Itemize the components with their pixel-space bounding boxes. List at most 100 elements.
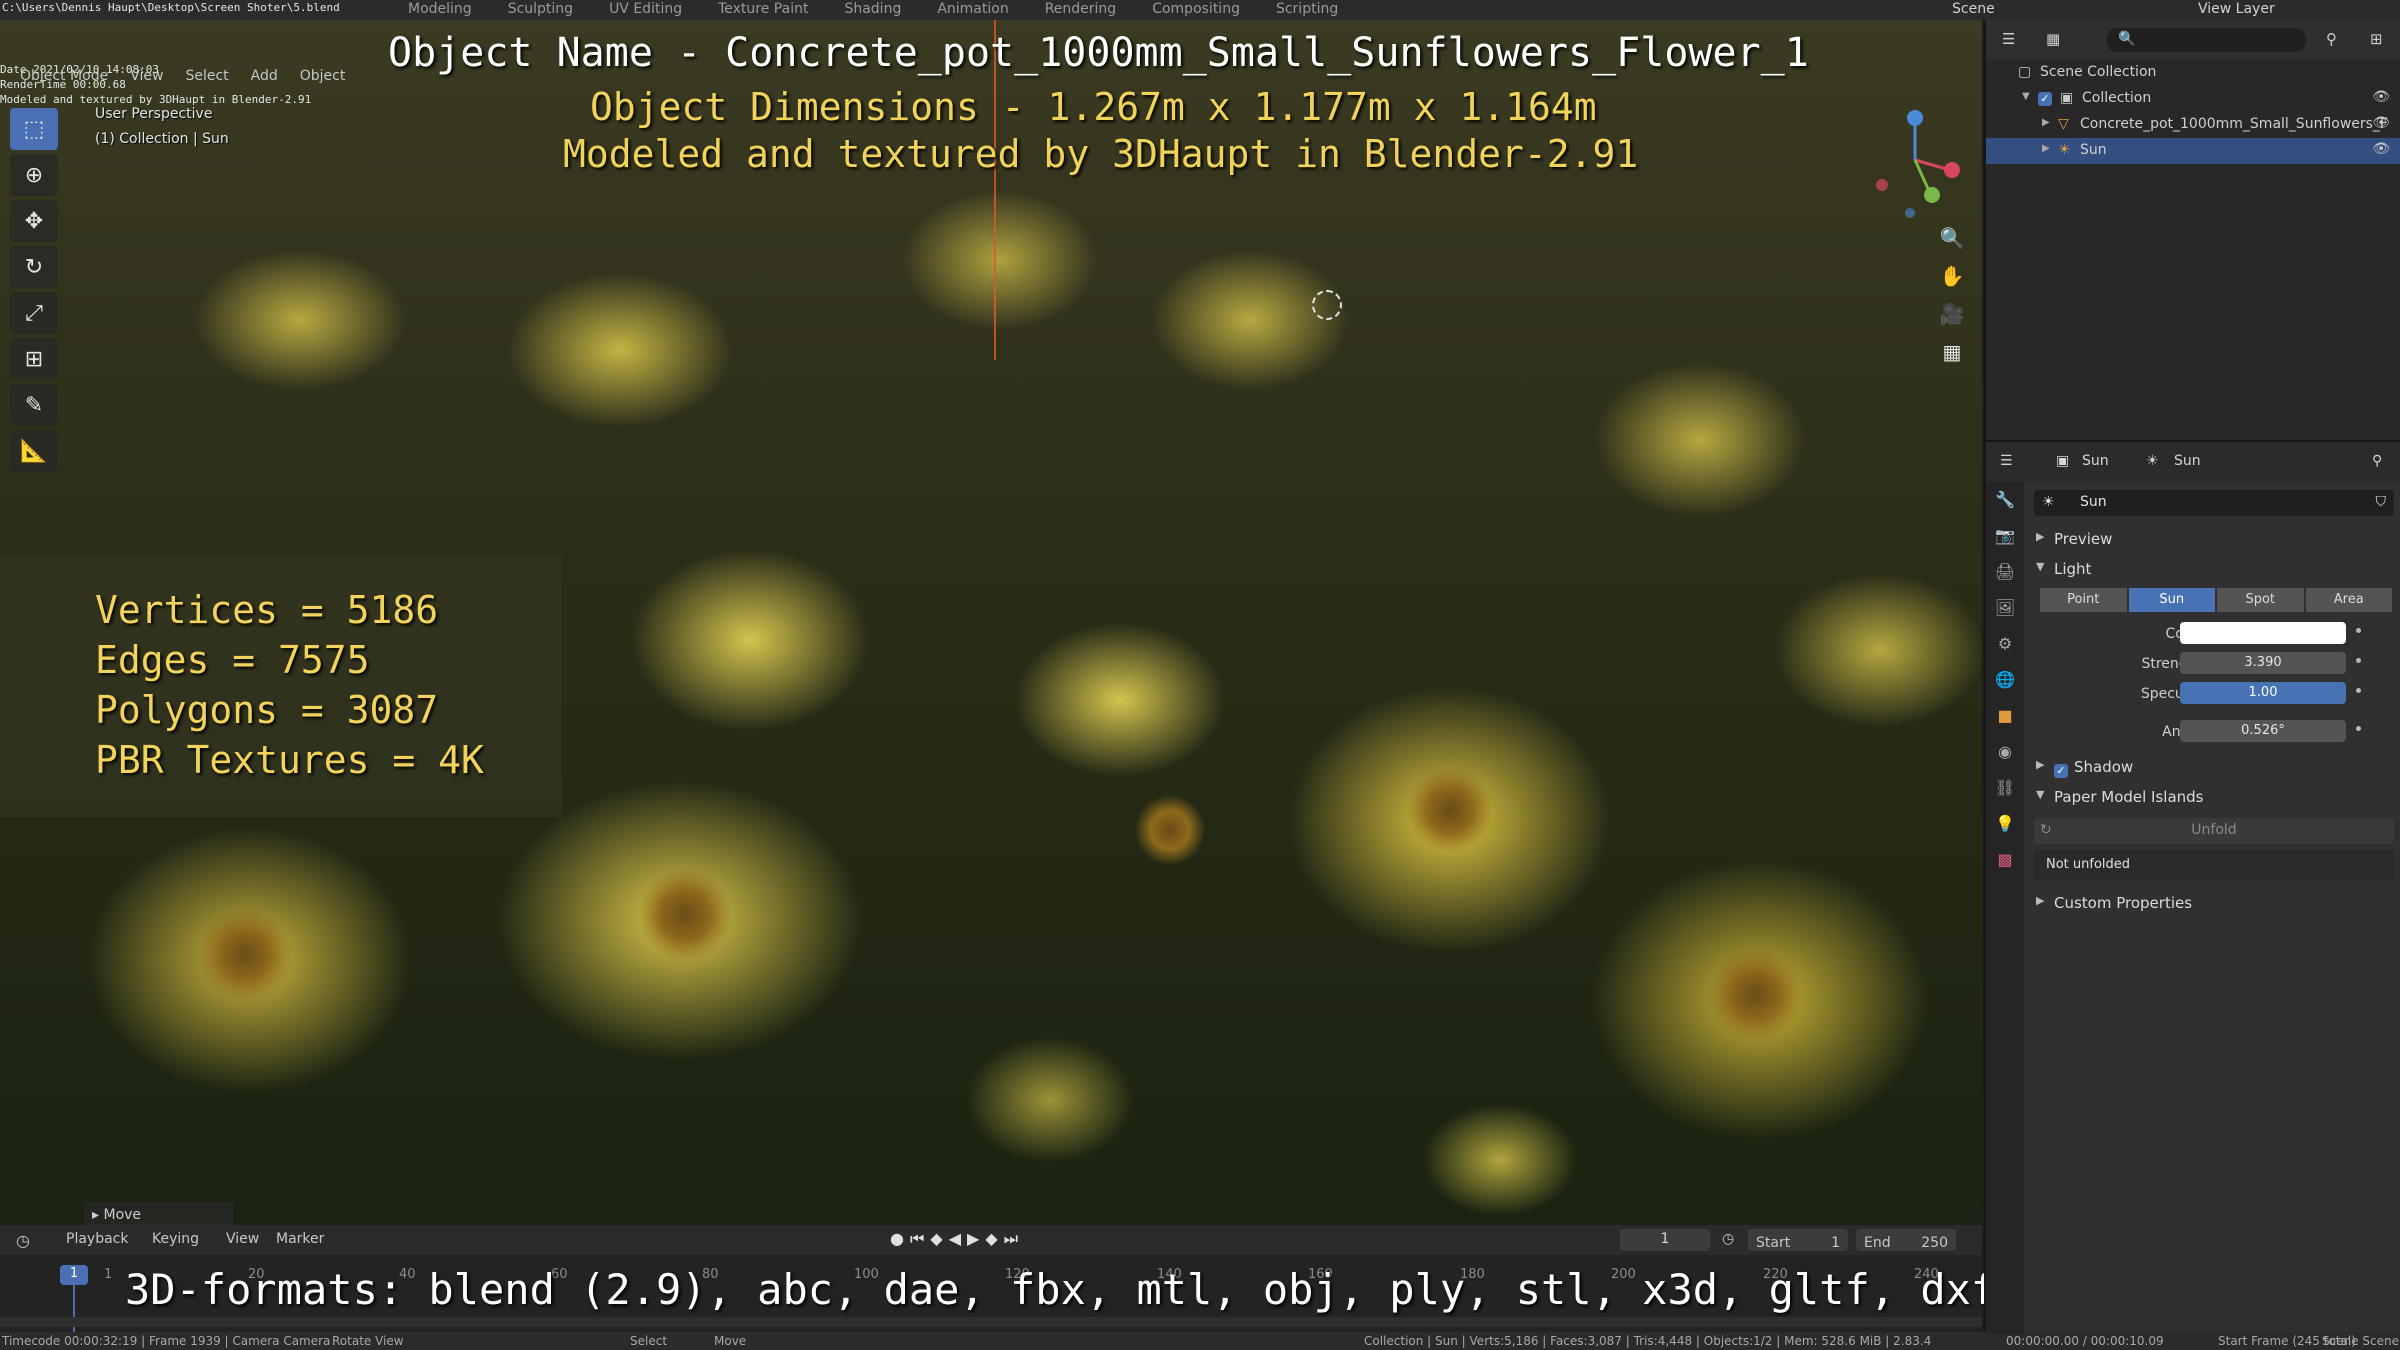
ortho-grid-icon[interactable]: ▦ [1934,340,1970,378]
prev-keyframe-button[interactable]: ◆ [930,1229,942,1249]
preview-panel-header[interactable]: ▶ Preview [2026,524,2400,554]
gizmo-y-handle[interactable] [1924,187,1940,203]
3d-viewport[interactable]: Date 2021/02/10 14:08:03 RenderTime 00:0… [0,20,1982,1225]
rotate-tool[interactable]: ↻ [10,246,58,288]
editor-type-icon[interactable]: ◷ [16,1231,30,1250]
strength-value[interactable]: 3.390 [2180,652,2346,674]
outliner-search-input[interactable]: 🔍 [2106,28,2306,52]
color-swatch[interactable] [2180,622,2346,644]
move-tool[interactable]: ✥ [10,200,58,242]
workspace-tab[interactable]: Rendering [1027,1,1135,17]
annotate-tool[interactable]: ✎ [10,384,58,426]
workspace-tab[interactable]: Animation [919,1,1026,17]
workspace-tab[interactable]: Scripting [1258,1,1356,17]
light-type-spot-button[interactable]: Spot [2217,588,2304,612]
scene-tab-icon[interactable]: ⚙ [1986,626,2024,662]
viewport-menu-item[interactable]: View [130,68,163,84]
visibility-eye-icon[interactable]: 👁 [2372,89,2390,105]
gizmo-x-handle[interactable] [1944,162,1960,178]
scale-tool[interactable]: ⤢ [10,292,58,334]
angle-value[interactable]: 0.526° [2180,720,2346,742]
timeline-menu-marker[interactable]: Marker [276,1231,324,1247]
outliner-editor-icon[interactable]: ☰ [2002,30,2015,48]
strength-field[interactable]: Strength 3.390 [2026,650,2400,678]
record-button[interactable]: ● [890,1229,904,1249]
workspace-tab[interactable]: Sculpting [490,1,591,17]
specular-value[interactable]: 1.00 [2180,682,2346,704]
select-box-tool[interactable]: ⬚ [10,108,58,150]
viewport-menu-item[interactable]: Select [185,68,228,84]
light-type-sun-button[interactable]: Sun [2128,588,2215,612]
viewport-menu-item[interactable]: Add [251,68,278,84]
shadow-checkbox[interactable]: ✓ [2054,764,2068,778]
color-field[interactable]: Color [2026,620,2400,648]
light-panel-header[interactable]: ▼ Light [2026,554,2400,584]
gizmo-neg-z-handle[interactable] [1905,208,1915,218]
new-collection-icon[interactable]: ⊞ [2370,30,2383,48]
keyframe-dot-icon[interactable] [2356,726,2361,731]
play-button[interactable]: ▶ [967,1229,979,1249]
constraints-tab-icon[interactable]: ⛓ [1986,770,2024,806]
timeline-menu-playback[interactable]: Playback [66,1231,128,1247]
pan-hand-icon[interactable]: ✋ [1934,264,1970,302]
properties-editor-icon[interactable]: ☰ [2000,453,2013,469]
timeline-menu-view[interactable]: View [226,1231,259,1247]
playhead-frame-badge[interactable]: 1 [60,1265,88,1285]
view-layer-tab-icon[interactable]: 🖼 [1986,590,2024,626]
end-frame-field[interactable]: End 250 [1856,1229,1956,1251]
measure-tool[interactable]: 📐 [10,430,58,472]
start-frame-field[interactable]: Start 1 [1748,1229,1848,1251]
angle-field[interactable]: Angle 0.526° [2026,718,2400,746]
world-tab-icon[interactable]: 🌐 [1986,662,2024,698]
paper-model-panel-header[interactable]: ▼ Paper Model Islands [2026,782,2400,812]
texture-tab-icon[interactable]: ▩ [1986,842,2024,878]
keyframe-dot-icon[interactable] [2356,688,2361,693]
next-keyframe-button[interactable]: ◆ [985,1229,997,1249]
visibility-eye-icon[interactable]: 👁 [2372,141,2390,157]
properties-editor[interactable]: ☰ ▣ Sun ☀ Sun ⚲ 🔧 📷 🖨 🖼 ⚙ 🌐 ■ ◉ ⛓ 💡 ▩ ☀ … [1984,440,2400,1334]
light-data-tab-icon[interactable]: 💡 [1986,806,2024,842]
light-type-area-button[interactable]: Area [2305,588,2392,612]
current-frame-field[interactable]: 1 [1620,1229,1710,1251]
clock-icon[interactable]: ◷ [1722,1231,1734,1247]
workspace-tab[interactable]: UV Editing [591,1,700,17]
outliner[interactable]: ☰ ▦ 🔍 ⚲ ⊞ ▢ Scene Collection ▼ ✓ ▣ Collection… [1984,20,2400,440]
render-tab-icon[interactable]: 📷 [1986,518,2024,554]
workspace-tab[interactable]: Shading [826,1,919,17]
navigation-gizmo[interactable] [1870,105,1960,225]
transform-tool[interactable]: ⊞ [10,338,58,380]
viewport-menu-item[interactable]: Object [300,68,346,84]
custom-properties-panel-header[interactable]: ▶ Custom Properties [2026,888,2400,918]
view-layer-selector[interactable]: View Layer [2198,1,2275,17]
specular-field[interactable]: Specular 1.00 [2026,680,2400,708]
workspace-tab[interactable]: Compositing [1134,1,1258,17]
zoom-icon[interactable]: 🔍 [1934,226,1970,264]
output-tab-icon[interactable]: 🖨 [1986,554,2024,590]
light-datablock-field[interactable]: ☀ Sun ⛉ [2034,490,2394,516]
keyframe-dot-icon[interactable] [2356,658,2361,663]
collection-checkbox[interactable]: ✓ [2038,92,2052,106]
gizmo-z-handle[interactable] [1907,110,1923,126]
gizmo-neg-x-handle[interactable] [1876,179,1888,191]
last-operator-panel[interactable]: ▸ Move [84,1202,234,1225]
viewport-menu-item[interactable]: Object Mode [20,68,108,84]
workspace-tab[interactable]: Modeling [390,1,490,17]
object-tab-icon[interactable]: ■ [1986,698,2024,734]
camera-view-icon[interactable]: 🎥 [1934,302,1970,340]
play-reverse-button[interactable]: ◀ [949,1229,961,1249]
visibility-eye-icon[interactable]: 👁 [2372,115,2390,131]
display-mode-icon[interactable]: ▦ [2046,30,2060,48]
scene-selector[interactable]: Scene [1952,1,1995,17]
jump-start-button[interactable]: ⏮ [910,1229,924,1249]
fake-user-shield-icon[interactable]: ⛉ [2376,494,2387,510]
pin-icon[interactable]: ⚲ [2372,453,2382,469]
expanded-arrow-icon[interactable]: ▼ [2022,91,2030,102]
light-type-point-button[interactable]: Point [2040,588,2127,612]
unfold-button[interactable]: ↻ Unfold [2034,818,2394,844]
outliner-row[interactable]: ▶ ▽ Concrete_pot_1000mm_Small_Sunflowers_F… [1986,112,2400,138]
timeline[interactable]: ◷ Playback Keying View Marker ● ⏮ ◆ ◀ ▶ … [0,1225,1996,1332]
workspace-tab[interactable]: Texture Paint [700,1,826,17]
jump-end-button[interactable]: ⏭ [1004,1229,1018,1249]
timeline-menu-keying[interactable]: Keying [152,1231,199,1247]
keyframe-dot-icon[interactable] [2356,628,2361,633]
